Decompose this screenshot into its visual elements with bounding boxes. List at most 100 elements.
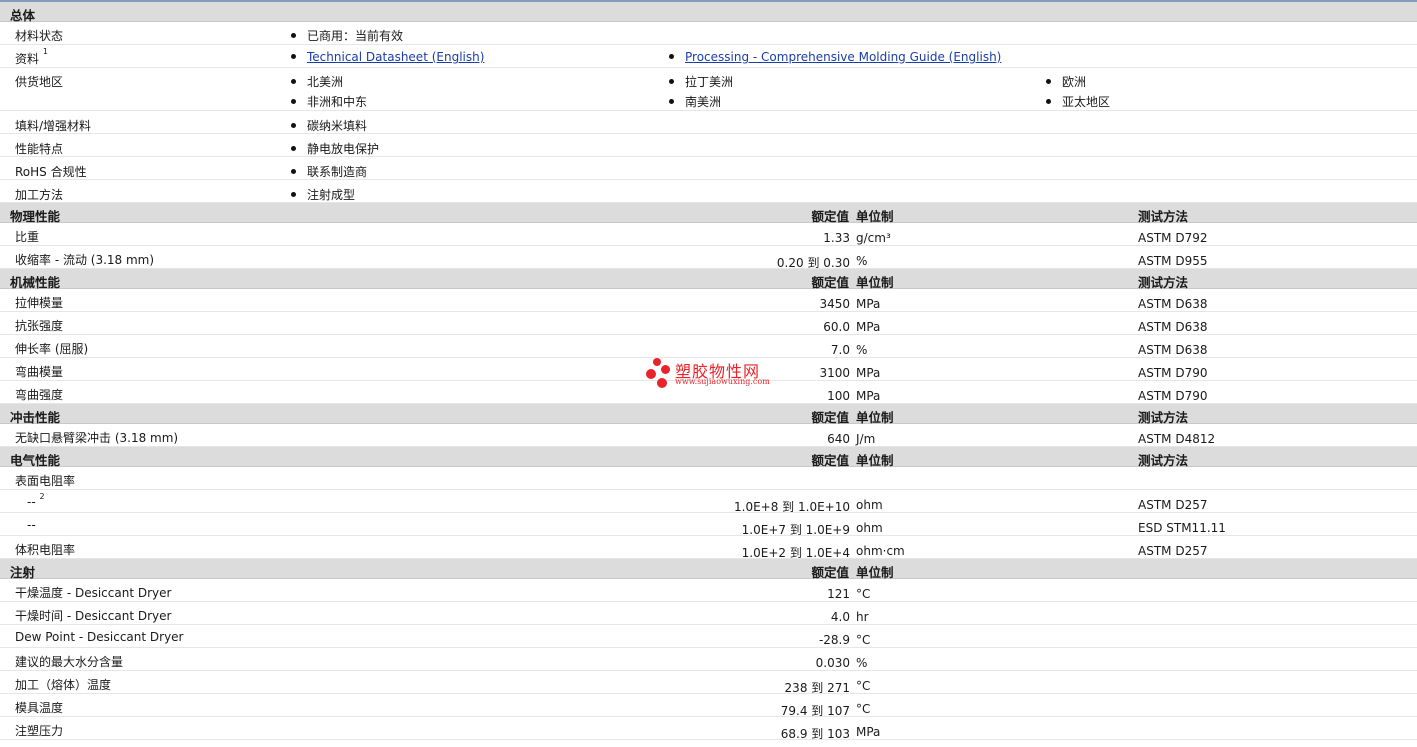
row-label: 加工方法	[15, 188, 64, 202]
bullet-icon	[291, 192, 296, 197]
list-item-text: 拉丁美洲	[685, 75, 734, 89]
list-item: 联系制造商	[291, 163, 367, 180]
table-row: 注塑压力 68.9 到 103 MPa	[0, 717, 1417, 741]
list-item: Technical Datasheet (English)	[291, 50, 484, 64]
list-item-text: 亚太地区	[1062, 95, 1111, 109]
row-value: 3450	[819, 297, 850, 311]
row-value: 0.030	[815, 656, 850, 670]
row-value: 60.0	[823, 320, 850, 334]
bullet-icon	[1046, 79, 1051, 84]
bullet-icon	[291, 123, 296, 128]
logo-dot-icon	[661, 365, 670, 374]
list-item: 已商用：当前有效	[291, 27, 403, 44]
row-value: -28.9	[818, 633, 850, 647]
row-label: Dew Point - Desiccant Dryer	[15, 630, 184, 644]
row-label: 抗张强度	[15, 319, 64, 333]
bullet-icon	[291, 169, 296, 174]
footnote-marker: 2	[39, 492, 45, 501]
technical-datasheet-link[interactable]: Technical Datasheet (English)	[307, 50, 484, 64]
watermark-url: www.sujiaowuxing.com	[675, 377, 770, 386]
bullet-icon	[1046, 99, 1051, 104]
table-row: 模具温度 79.4 到 107 °C	[0, 694, 1417, 718]
row-unit: hr	[856, 610, 869, 624]
row-unit: °C	[856, 679, 871, 693]
row-value: 7.0	[830, 343, 850, 357]
table-row: 干燥温度 - Desiccant Dryer 121 °C	[0, 579, 1417, 602]
bullet-icon	[291, 33, 296, 38]
table-row: 比重 1.33 g/cm³ ASTM D792	[0, 223, 1417, 246]
row-method: ESD STM11.11	[1138, 521, 1226, 535]
row-value: 4.0	[830, 610, 850, 624]
row-unit: %	[856, 656, 868, 670]
row-unit: ohm	[856, 521, 883, 535]
table-row: -- 2 1.0E+8 到 1.0E+10 ohm ASTM D257	[0, 490, 1417, 514]
row-label: 干燥时间 - Desiccant Dryer	[15, 609, 172, 623]
list-item: 非洲和中东	[291, 93, 367, 110]
bullet-icon	[291, 54, 296, 59]
row-label: 模具温度	[15, 701, 64, 715]
row-label: 伸长率 (屈服)	[15, 342, 89, 356]
row-unit: °C	[856, 702, 871, 716]
row-label: 资料 1	[15, 47, 48, 67]
list-item-text: 欧洲	[1062, 75, 1087, 89]
bullet-icon	[291, 79, 296, 84]
row-method: ASTM D790	[1138, 389, 1208, 403]
row-method: ASTM D790	[1138, 366, 1208, 380]
row-value: 68.9 到 103	[780, 727, 850, 741]
bullet-icon	[291, 146, 296, 151]
row-label: 填料/增强材料	[15, 119, 92, 133]
table-row: 无缺口悬臂梁冲击 (3.18 mm) 640 J/m ASTM D4812	[0, 424, 1417, 447]
row-processing-method: 加工方法 注射成型	[0, 180, 1417, 203]
bullet-icon	[291, 99, 296, 104]
row-label: 弯曲强度	[15, 388, 64, 402]
bullet-icon	[669, 99, 674, 104]
row-regions: 供货地区 北美洲 拉丁美洲 欧洲 非洲和中东 南美洲 亚太地区	[0, 68, 1417, 111]
row-method: ASTM D792	[1138, 231, 1208, 245]
bullet-icon	[669, 79, 674, 84]
section-header-impact: 冲击性能 额定值 单位制 测试方法	[0, 404, 1417, 425]
row-value: 640	[827, 432, 850, 446]
row-filler: 填料/增强材料 碳纳米填料	[0, 111, 1417, 134]
row-value: 1.33	[823, 231, 850, 245]
row-label: 比重	[15, 230, 40, 244]
row-unit: J/m	[856, 432, 876, 446]
row-label-text: --	[27, 495, 36, 509]
row-method: ASTM D955	[1138, 254, 1208, 268]
table-row: 干燥时间 - Desiccant Dryer 4.0 hr	[0, 602, 1417, 625]
row-unit: %	[856, 343, 868, 357]
section-header-injection: 注射 额定值 单位制	[0, 559, 1417, 580]
logo-dot-icon	[646, 369, 656, 379]
row-label: --	[27, 518, 36, 532]
row-unit: MPa	[856, 725, 881, 739]
row-method: ASTM D4812	[1138, 432, 1216, 446]
list-item-text: 已商用：当前有效	[307, 29, 404, 43]
molding-guide-link[interactable]: Processing - Comprehensive Molding Guide…	[685, 50, 1001, 64]
row-features: 性能特点 静电放电保护	[0, 134, 1417, 157]
row-label: 收缩率 - 流动 (3.18 mm)	[15, 253, 155, 267]
row-method: ASTM D638	[1138, 320, 1208, 334]
row-label: 供货地区	[15, 75, 64, 89]
row-unit: ohm	[856, 498, 883, 512]
table-row: 加工（熔体）温度 238 到 271 °C	[0, 671, 1417, 695]
row-label: 体积电阻率	[15, 543, 76, 557]
row-label: 注塑压力	[15, 724, 64, 738]
table-row: 体积电阻率 1.0E+2 到 1.0E+4 ohm·cm ASTM D257	[0, 536, 1417, 560]
section-header-physical: 物理性能 额定值 单位制 测试方法	[0, 203, 1417, 224]
bullet-icon	[669, 54, 674, 59]
row-label: 弯曲模量	[15, 365, 64, 379]
row-unit: MPa	[856, 366, 881, 380]
row-value: 3100	[819, 366, 850, 380]
table-row: Dew Point - Desiccant Dryer -28.9 °C	[0, 625, 1417, 648]
list-item-text: 注射成型	[307, 188, 356, 202]
list-item: Processing - Comprehensive Molding Guide…	[669, 50, 1001, 64]
row-label: 加工（熔体）温度	[15, 678, 112, 692]
list-item-text: 南美洲	[685, 95, 722, 109]
table-row: 拉伸模量 3450 MPa ASTM D638	[0, 289, 1417, 312]
row-unit: MPa	[856, 320, 881, 334]
row-label: 材料状态	[15, 29, 64, 43]
list-item: 北美洲	[291, 73, 343, 90]
list-item-text: 静电放电保护	[307, 142, 380, 156]
row-method: ASTM D257	[1138, 498, 1208, 512]
list-item: 南美洲	[669, 93, 721, 110]
row-value: 121	[827, 587, 850, 601]
